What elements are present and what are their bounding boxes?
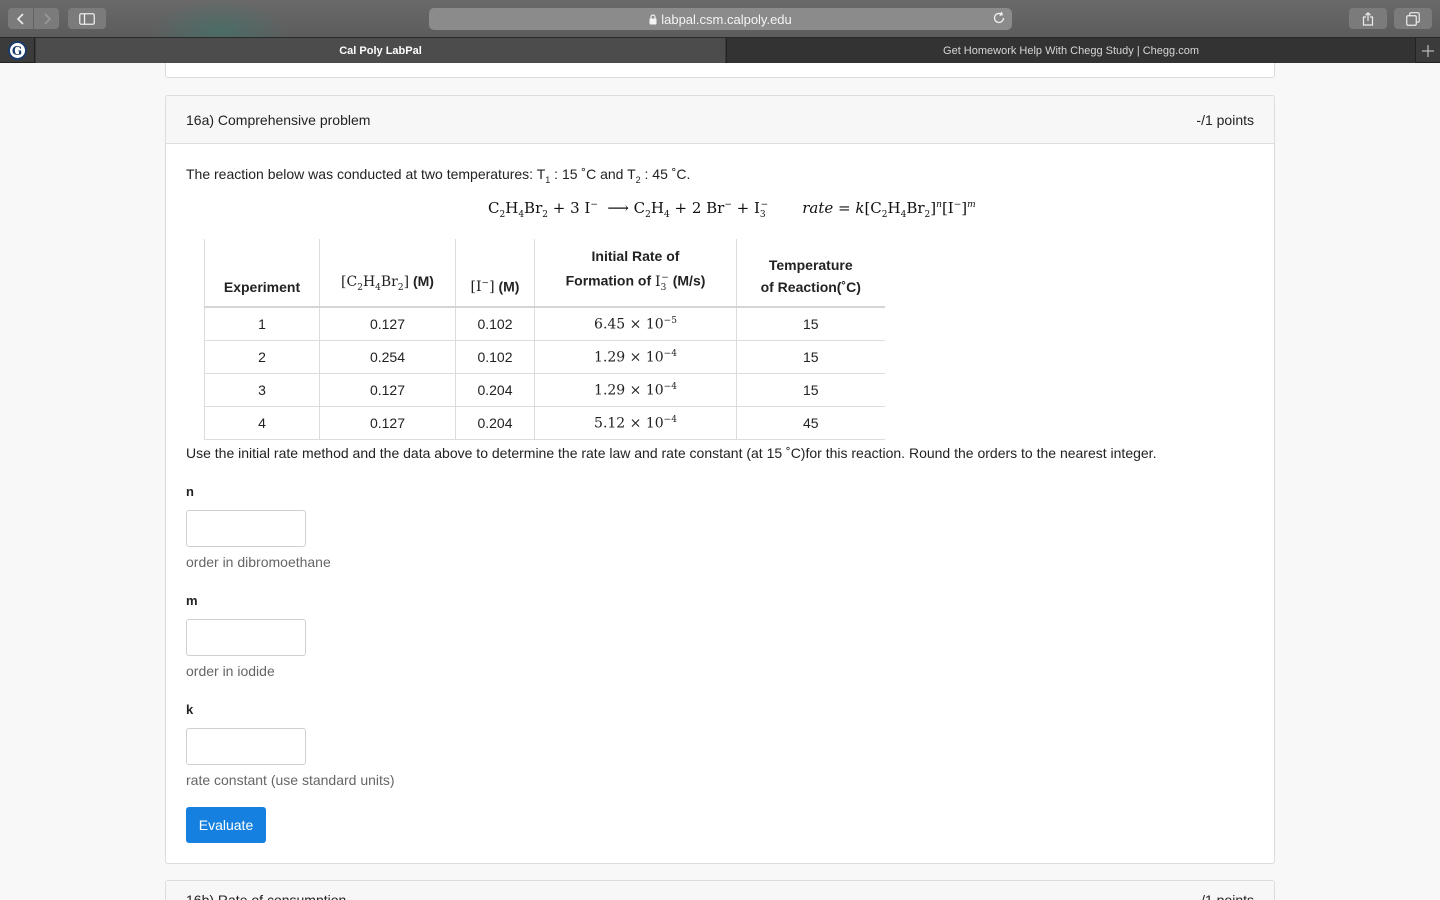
plus-icon: [1422, 44, 1434, 57]
intro-t2-value: : 45 ˚C.: [640, 166, 691, 182]
next-problem-title: 16b) Rate of consumption: [186, 892, 347, 900]
forward-button[interactable]: [34, 8, 59, 29]
previous-problem-card: [165, 63, 1275, 78]
problem-intro: The reaction below was conducted at two …: [186, 166, 690, 185]
instructions-text: Use the initial rate method and the data…: [186, 445, 1157, 461]
intro-t1-value: : 15 ˚C and T: [550, 166, 636, 182]
n-help-text: order in dibromoethane: [186, 554, 331, 570]
m-help-text: order in iodide: [186, 663, 275, 679]
page-content: 16a) Comprehensive problem -/1 points Th…: [0, 63, 1440, 900]
header-iodide: [I−] (M): [455, 239, 535, 309]
cell-c2h4br2: 0.127: [319, 307, 456, 341]
lock-icon: [649, 13, 657, 25]
tabs-overview-icon: [1406, 11, 1420, 26]
browser-toolbar: labpal.csm.calpoly.edu: [0, 0, 1440, 64]
reload-icon[interactable]: [992, 11, 1006, 25]
show-all-tabs-button[interactable]: [1394, 8, 1432, 29]
reaction-equation: C2H4Br2 + 3 I− ⟶ C2H4 + 2 Br− + I3− rate …: [488, 199, 976, 220]
evaluate-button[interactable]: Evaluate: [186, 807, 266, 843]
site-logo-icon: G: [7, 41, 27, 60]
share-icon: [1362, 11, 1374, 26]
rate-data-table: Experiment [C2H4Br2] (M) [I−] (M) Initia…: [204, 239, 885, 440]
cell-experiment: 3: [204, 372, 320, 407]
header-experiment: Experiment: [204, 239, 320, 309]
sidebar-icon: [79, 12, 95, 25]
tab-chegg[interactable]: Get Homework Help With Chegg Study | Che…: [726, 38, 1415, 63]
address-bar[interactable]: labpal.csm.calpoly.edu: [429, 8, 1012, 30]
tab-bar: G Cal Poly LabPal Get Homework Help With…: [0, 37, 1440, 63]
cell-temperature: 15: [736, 307, 885, 341]
new-tab-button[interactable]: [1415, 38, 1440, 63]
table-row: 3 0.127 0.204 1.29 × 10−4 15: [204, 372, 885, 407]
address-url: labpal.csm.calpoly.edu: [661, 11, 792, 27]
cell-iodide: 0.102: [455, 339, 535, 374]
problem-header: 16a) Comprehensive problem -/1 points: [166, 96, 1274, 144]
next-problem-header: 16b) Rate of consumption -/1 points: [166, 881, 1274, 900]
cell-rate: 1.29 × 10−4: [534, 372, 737, 407]
m-label: m: [186, 593, 198, 608]
tab-cal-poly-labpal[interactable]: Cal Poly LabPal: [36, 38, 725, 63]
k-input[interactable]: [186, 728, 306, 765]
share-button[interactable]: [1349, 8, 1387, 29]
pinned-tab[interactable]: G: [0, 38, 35, 63]
header-initial-rate: Initial Rate of Formation of I3− (M/s): [534, 239, 737, 309]
back-button[interactable]: [8, 8, 33, 29]
n-label: n: [186, 484, 194, 499]
cell-c2h4br2: 0.127: [319, 372, 456, 407]
cell-experiment: 4: [204, 405, 320, 440]
table-header-row: Experiment [C2H4Br2] (M) [I−] (M) Initia…: [204, 239, 885, 309]
cell-rate: 6.45 × 10−5: [534, 307, 737, 341]
intro-text: The reaction below was conducted at two …: [186, 166, 546, 182]
cell-experiment: 1: [204, 307, 320, 341]
cell-iodide: 0.102: [455, 307, 535, 341]
header-c2h4br2: [C2H4Br2] (M): [319, 239, 456, 309]
nav-buttons: [8, 8, 59, 29]
m-input[interactable]: [186, 619, 306, 656]
next-problem-points: -/1 points: [1196, 892, 1254, 900]
cell-iodide: 0.204: [455, 372, 535, 407]
cell-temperature: 45: [736, 405, 885, 440]
problem-points: -/1 points: [1196, 111, 1254, 128]
next-problem-card: 16b) Rate of consumption -/1 points: [165, 880, 1275, 900]
k-help-text: rate constant (use standard units): [186, 772, 395, 788]
table-row: 2 0.254 0.102 1.29 × 10−4 15: [204, 339, 885, 374]
cell-temperature: 15: [736, 372, 885, 407]
chevron-right-icon: [43, 12, 51, 25]
cell-rate: 1.29 × 10−4: [534, 339, 737, 374]
n-input[interactable]: [186, 510, 306, 547]
cell-c2h4br2: 0.127: [319, 405, 456, 440]
cell-rate: 5.12 × 10−4: [534, 405, 737, 440]
cell-iodide: 0.204: [455, 405, 535, 440]
header-temperature: Temperature of Reaction(˚C): [736, 239, 885, 309]
sidebar-toggle-button[interactable]: [68, 8, 106, 29]
cell-temperature: 15: [736, 339, 885, 374]
table-row: 1 0.127 0.102 6.45 × 10−5 15: [204, 307, 885, 341]
table-row: 4 0.127 0.204 5.12 × 10−4 45: [204, 405, 885, 440]
problem-title: 16a) Comprehensive problem: [186, 111, 371, 128]
cell-experiment: 2: [204, 339, 320, 374]
chevron-left-icon: [16, 12, 24, 25]
k-label: k: [186, 702, 194, 717]
cell-c2h4br2: 0.254: [319, 339, 456, 374]
problem-card: 16a) Comprehensive problem -/1 points Th…: [165, 95, 1275, 864]
